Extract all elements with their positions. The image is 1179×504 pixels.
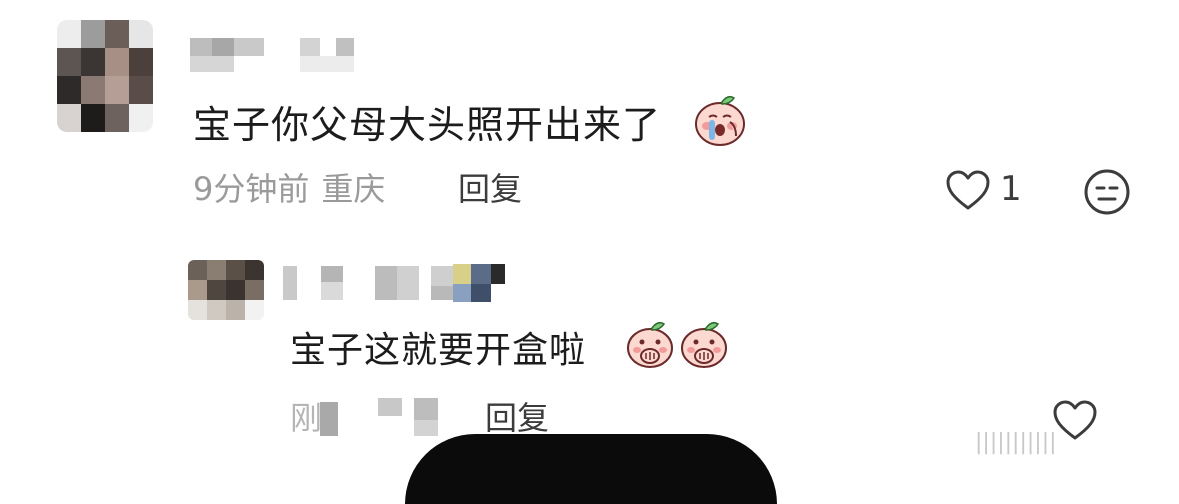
- watermark: |||||||||||: [975, 430, 1057, 455]
- commenter-avatar[interactable]: [57, 20, 153, 132]
- unimpressed-face-icon[interactable]: [1083, 168, 1131, 216]
- bottom-overlay: [405, 434, 777, 504]
- heart-outline-icon[interactable]: [945, 168, 991, 212]
- replier-avatar[interactable]: [188, 260, 264, 320]
- comment-meta: 9分钟前 重庆: [193, 166, 385, 212]
- reply-time-redacted: [320, 398, 450, 438]
- reply-text: 宝子这就要开盒啦: [290, 330, 587, 371]
- username-redacted[interactable]: [190, 38, 360, 74]
- comment-text: 宝子你父母大头照开出来了: [193, 103, 662, 147]
- reply-username-redacted[interactable]: [283, 262, 513, 302]
- comment-time: 9分钟前: [193, 170, 310, 208]
- comment-location: 重庆: [321, 170, 386, 208]
- like-count: 1: [1000, 169, 1022, 209]
- reply-time: 刚: [290, 399, 323, 437]
- peach-hand-over-mouth-sticker-icon: [681, 321, 727, 368]
- peach-hand-over-mouth-sticker-icon: [627, 321, 673, 368]
- heart-outline-icon[interactable]: [1052, 398, 1098, 442]
- reply-button[interactable]: 回复: [458, 166, 522, 212]
- crying-peach-sticker-icon: [695, 95, 745, 146]
